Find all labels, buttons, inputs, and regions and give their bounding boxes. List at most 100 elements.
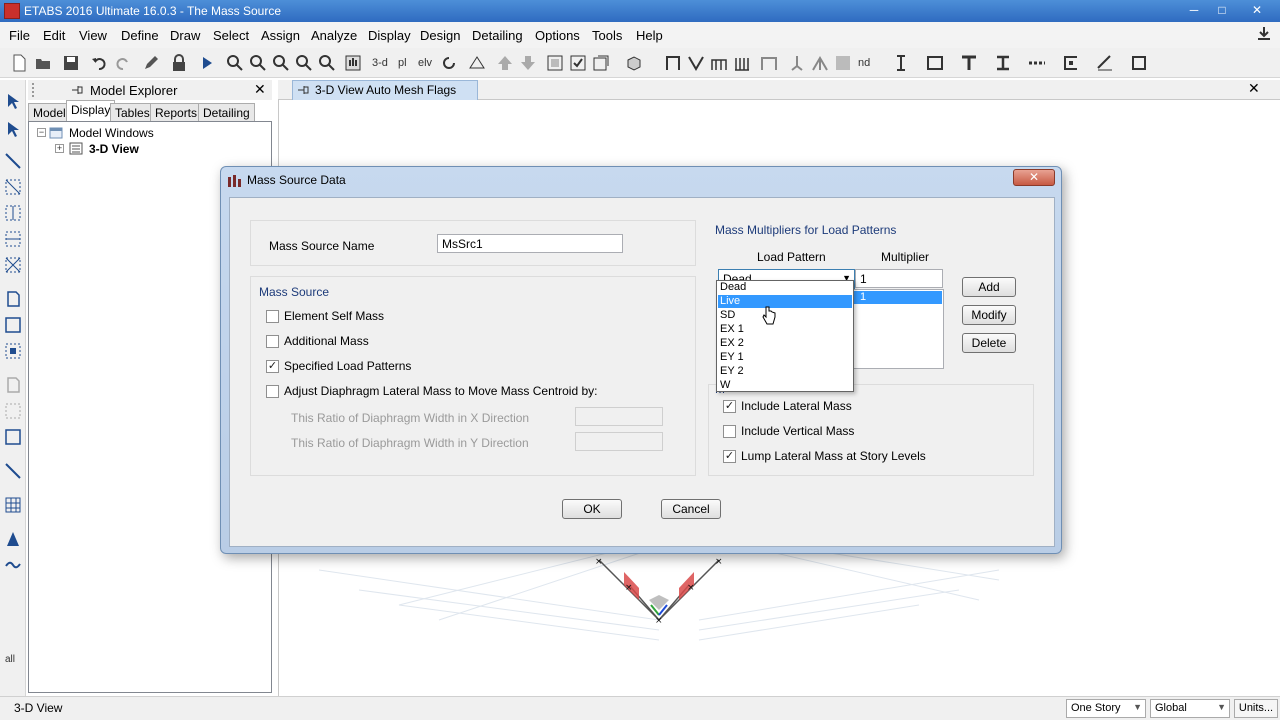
tab-reports[interactable]: Reports	[150, 103, 203, 122]
tab-model[interactable]: Model	[28, 103, 71, 122]
menu-draw[interactable]: Draw	[170, 28, 200, 43]
draw-section-cut-icon[interactable]	[1130, 54, 1148, 72]
draw-reference-line-icon[interactable]	[1096, 54, 1114, 72]
draw-area-tool-icon[interactable]	[4, 290, 22, 308]
draw-brace-icon[interactable]	[687, 54, 705, 72]
select-all-tool-icon[interactable]: all	[4, 648, 22, 666]
pan-icon[interactable]	[344, 54, 362, 72]
units-button[interactable]: Units...	[1234, 699, 1278, 718]
close-document-icon[interactable]: ✕	[1248, 80, 1260, 97]
minimize-button[interactable]: ─	[1180, 0, 1208, 20]
view-3d-button[interactable]: 3-d	[372, 57, 388, 69]
reshape-icon[interactable]	[4, 120, 22, 138]
draw-slab-icon[interactable]	[926, 54, 944, 72]
cancel-button[interactable]: Cancel	[661, 499, 721, 519]
menu-design[interactable]: Design	[420, 28, 460, 43]
modify-button[interactable]: Modify	[962, 305, 1016, 325]
draw-frame-icon[interactable]	[664, 54, 682, 72]
pointer-icon[interactable]	[4, 92, 22, 110]
draw-link-icon[interactable]	[1028, 54, 1046, 72]
additional-mass-checkbox[interactable]	[266, 335, 279, 348]
close-explorer-icon[interactable]: ✕	[254, 81, 266, 98]
menu-define[interactable]: Define	[121, 28, 159, 43]
object-shrink-icon[interactable]	[546, 54, 564, 72]
dropdown-option-ey2[interactable]: EY 2	[718, 365, 852, 378]
zoom-fit-icon[interactable]	[318, 54, 336, 72]
extrusion-icon[interactable]	[625, 54, 643, 72]
tree-root-label[interactable]: Model Windows	[69, 126, 154, 140]
menu-view[interactable]: View	[79, 28, 107, 43]
tab-display[interactable]: Display	[66, 100, 116, 122]
menu-help[interactable]: Help	[636, 28, 663, 43]
story-select[interactable]: One Story ▼	[1066, 699, 1146, 718]
dropdown-option-w[interactable]: W	[718, 379, 852, 392]
ratio-y-input[interactable]	[575, 432, 663, 451]
redo-icon[interactable]	[114, 54, 132, 72]
menu-select[interactable]: Select	[213, 28, 249, 43]
adjust-diaphragm-checkbox[interactable]	[266, 385, 279, 398]
draw-grid-icon[interactable]	[4, 462, 22, 480]
new-file-icon[interactable]	[10, 54, 28, 72]
run-analysis-icon[interactable]	[198, 54, 216, 72]
tab-detailing[interactable]: Detailing	[198, 103, 255, 122]
view-plan-button[interactable]: pl	[398, 57, 407, 69]
draw-tendon-tool-icon[interactable]	[4, 556, 22, 574]
document-tab[interactable]: 3-D View Auto Mesh Flags	[292, 80, 478, 100]
menu-options[interactable]: Options	[535, 28, 580, 43]
undo-icon[interactable]	[90, 54, 108, 72]
draw-tendon-icon[interactable]	[1062, 54, 1080, 72]
draw-area-icon[interactable]	[834, 54, 852, 72]
download-icon[interactable]	[1256, 26, 1272, 42]
dropdown-option-dead[interactable]: Dead	[718, 281, 852, 294]
select-window-icon[interactable]	[4, 178, 22, 196]
save-icon[interactable]	[62, 54, 80, 72]
close-window-button[interactable]: ✕	[1240, 0, 1274, 20]
add-button[interactable]: Add	[962, 277, 1016, 297]
zoom-previous-icon[interactable]	[295, 54, 313, 72]
pencil-icon[interactable]	[142, 54, 160, 72]
zoom-in-icon[interactable]	[249, 54, 267, 72]
menu-file[interactable]: File	[9, 28, 30, 43]
draw-point-icon[interactable]	[4, 530, 22, 548]
set-display-options-icon[interactable]	[569, 54, 587, 72]
rotate-icon[interactable]	[440, 54, 458, 72]
draw-text-icon[interactable]	[892, 54, 910, 72]
menu-tools[interactable]: Tools	[592, 28, 622, 43]
draw-wall-tool-icon[interactable]	[4, 376, 22, 394]
draw-line-icon[interactable]	[4, 152, 22, 170]
select-intersect-icon[interactable]	[4, 204, 22, 222]
lock-icon[interactable]	[170, 54, 188, 72]
delete-button[interactable]: Delete	[962, 333, 1016, 353]
ok-button[interactable]: OK	[562, 499, 622, 519]
draw-null-area-icon[interactable]	[4, 428, 22, 446]
expand-icon[interactable]: +	[55, 144, 64, 153]
draw-opening-icon[interactable]	[4, 402, 22, 420]
draw-rect-icon[interactable]	[4, 316, 22, 334]
move-up-icon[interactable]	[496, 54, 514, 72]
joint-restraint-icon[interactable]	[788, 54, 806, 72]
draw-beam-icon[interactable]	[710, 54, 728, 72]
select-cross-icon[interactable]	[4, 256, 22, 274]
dropdown-option-ex2[interactable]: EX 2	[718, 337, 852, 350]
building-view-icon[interactable]	[592, 54, 610, 72]
include-lateral-mass-checkbox[interactable]: ✓	[723, 400, 736, 413]
lump-lateral-mass-checkbox[interactable]: ✓	[723, 450, 736, 463]
menu-edit[interactable]: Edit	[43, 28, 65, 43]
pin-icon[interactable]	[70, 84, 84, 96]
coord-system-select[interactable]: Global ▼	[1150, 699, 1230, 718]
zoom-out-icon[interactable]	[272, 54, 290, 72]
dock-grip[interactable]	[32, 83, 40, 97]
zoom-window-icon[interactable]	[226, 54, 244, 72]
perspective-icon[interactable]	[468, 54, 486, 72]
collapse-icon[interactable]: −	[37, 128, 46, 137]
menu-display[interactable]: Display	[368, 28, 411, 43]
select-all-icon[interactable]	[4, 230, 22, 248]
mass-source-name-input[interactable]: MsSrc1	[437, 234, 623, 253]
tree-3d-view-label[interactable]: 3-D View	[89, 142, 139, 156]
draw-quick-area-icon[interactable]	[4, 342, 22, 360]
maximize-button[interactable]: □	[1208, 0, 1236, 20]
dropdown-option-ey1[interactable]: EY 1	[718, 351, 852, 364]
draw-truss-icon[interactable]	[811, 54, 829, 72]
element-self-mass-checkbox[interactable]	[266, 310, 279, 323]
multiplier-input[interactable]: 1	[855, 269, 943, 288]
